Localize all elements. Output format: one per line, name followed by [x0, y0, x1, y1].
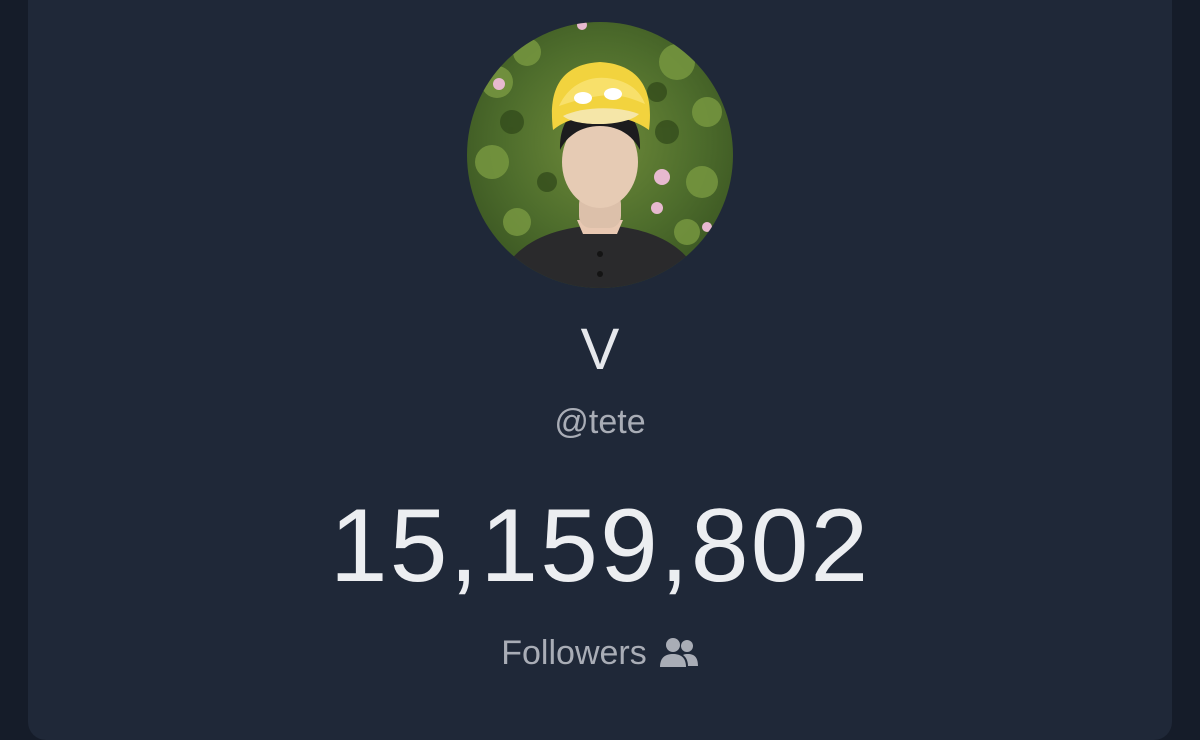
followers-label-row[interactable]: Followers — [0, 632, 1200, 674]
avatar-photo — [467, 22, 733, 288]
avatar[interactable] — [467, 22, 733, 288]
username-handle: @tete — [554, 403, 646, 441]
followers-count: 15,159,802 — [329, 488, 871, 604]
followers-label: Followers — [501, 634, 647, 672]
people-icon — [659, 636, 699, 670]
display-name: V — [580, 317, 620, 382]
